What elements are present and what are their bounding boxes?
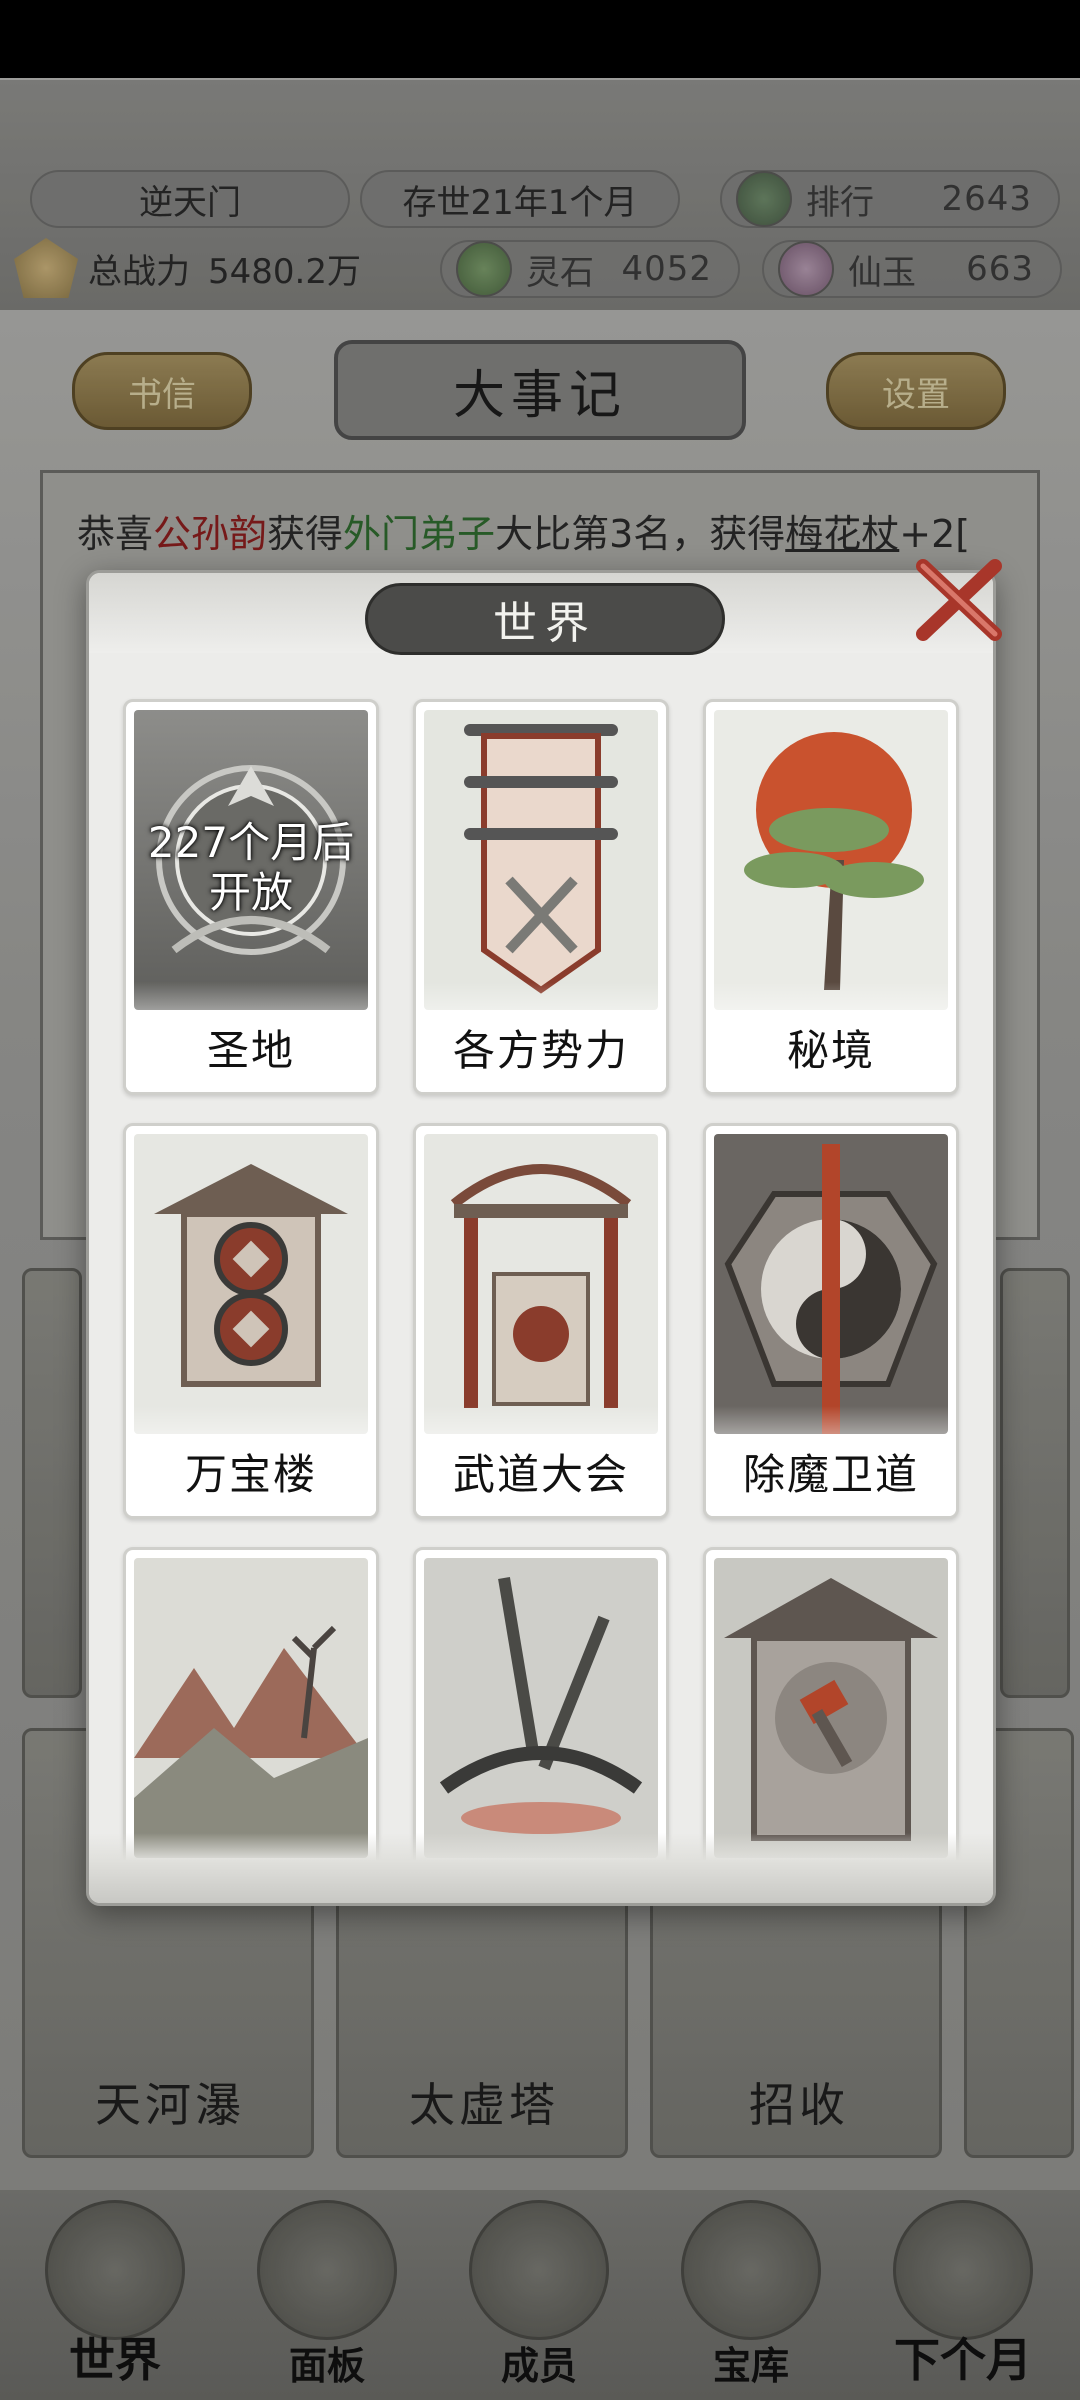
card-holy-land[interactable]: 227个月后 开放 圣地 (123, 699, 379, 1095)
yinyang-sword-icon (724, 1144, 938, 1434)
card-label: 各方势力 (452, 1026, 629, 1075)
gate-icon (450, 1164, 632, 1408)
close-button[interactable] (913, 556, 1005, 644)
card-martial-tournament[interactable]: 武道大会 (413, 1123, 669, 1519)
hammer-icon (724, 1578, 938, 1841)
card-label: 万宝楼 (184, 1450, 317, 1499)
banner-icon (464, 724, 618, 994)
modal-title: 世界 (365, 583, 725, 655)
treasure-pavilion-art (134, 1134, 368, 1434)
unlock-countdown: 227个月后 (147, 818, 355, 867)
card-label: 圣地 (206, 1026, 295, 1075)
card-label: 除魔卫道 (742, 1450, 919, 1499)
sun-tree-icon (744, 732, 924, 990)
modal-title-text: 世界 (493, 598, 597, 649)
mountains-art (134, 1558, 368, 1858)
mountain-icon (134, 1625, 368, 1858)
unlock-status: 开放 (208, 868, 293, 917)
card-treasure-pavilion[interactable]: 万宝楼 (123, 1123, 379, 1519)
secret-realm-art (714, 710, 948, 1010)
modal-footer-mist (89, 1833, 993, 1903)
crossed-swords-icon (439, 1577, 643, 1834)
card-factions[interactable]: 各方势力 (413, 699, 669, 1095)
holy-land-art: 227个月后 开放 (134, 710, 368, 1010)
card-label: 武道大会 (452, 1450, 629, 1499)
pavilion-icon (154, 1164, 348, 1387)
auction-art (714, 1558, 948, 1858)
card-label: 秘境 (786, 1026, 875, 1075)
close-icon (916, 559, 1002, 641)
martial-tournament-art (424, 1134, 658, 1434)
factions-art (424, 710, 658, 1010)
swords-art (424, 1558, 658, 1858)
card-demon-slaying[interactable]: 除魔卫道 (703, 1123, 959, 1519)
demon-slaying-art (714, 1134, 948, 1434)
card-secret-realm[interactable]: 秘境 (703, 699, 959, 1095)
world-modal: 世界 227个月后 开放 圣地 各方势力 秘境 万宝楼 武道大会 除魔卫道 (86, 570, 996, 1906)
